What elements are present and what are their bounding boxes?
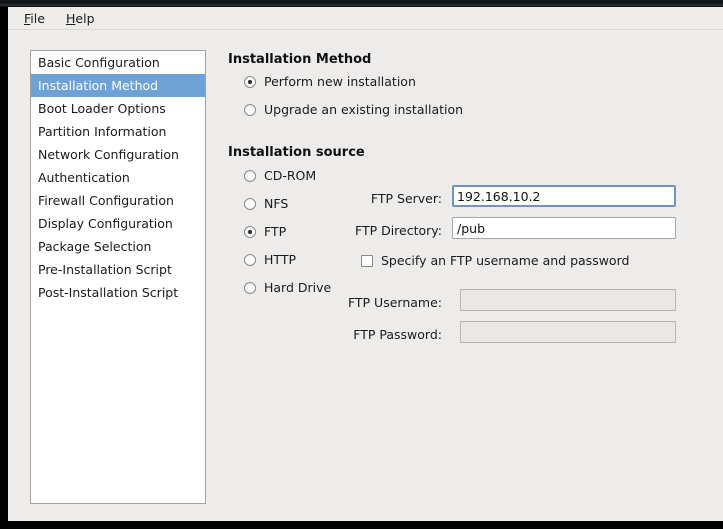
radio-indicator-icon bbox=[244, 75, 256, 88]
ftp-password-label: FTP Password: bbox=[353, 327, 442, 342]
menu-help-mnemonic: H bbox=[66, 11, 76, 26]
radio-indicator-icon bbox=[244, 103, 256, 116]
radio-source-ftp[interactable]: FTP bbox=[244, 224, 286, 239]
radio-source-http[interactable]: HTTP bbox=[244, 252, 296, 267]
application-window: File Help Basic Configuration Installati… bbox=[0, 0, 723, 529]
sidebar-item-post-installation-script[interactable]: Post-Installation Script bbox=[31, 281, 205, 304]
sidebar-item-pre-installation-script[interactable]: Pre-Installation Script bbox=[31, 258, 205, 281]
sidebar-item-package-selection[interactable]: Package Selection bbox=[31, 235, 205, 258]
radio-perform-new-installation-label: Perform new installation bbox=[264, 74, 416, 89]
menu-help-rest: elp bbox=[75, 11, 95, 26]
ftp-directory-label: FTP Directory: bbox=[354, 223, 442, 238]
window-titlebar bbox=[0, 0, 723, 7]
radio-upgrade-existing-installation-label: Upgrade an existing installation bbox=[264, 102, 464, 117]
sidebar-item-firewall-configuration[interactable]: Firewall Configuration bbox=[31, 189, 205, 212]
ftp-password-input bbox=[460, 321, 676, 343]
sidebar-item-network-configuration[interactable]: Network Configuration bbox=[31, 143, 205, 166]
radio-indicator-icon bbox=[244, 281, 256, 294]
radio-source-ftp-label: FTP bbox=[264, 224, 287, 239]
sidebar-item-installation-method[interactable]: Installation Method bbox=[31, 74, 205, 97]
sidebar-item-display-configuration[interactable]: Display Configuration bbox=[31, 212, 205, 235]
radio-indicator-icon bbox=[244, 225, 256, 238]
installation-source-heading: Installation source bbox=[228, 145, 365, 160]
radio-upgrade-existing-installation[interactable]: Upgrade an existing installation bbox=[244, 102, 463, 117]
specify-ftp-credentials-label: Specify an FTP username and password bbox=[381, 253, 630, 268]
checkbox-icon[interactable] bbox=[361, 254, 373, 267]
radio-indicator-icon bbox=[244, 197, 256, 210]
ftp-username-label: FTP Username: bbox=[347, 295, 442, 310]
ftp-username-input bbox=[460, 289, 676, 311]
ftp-directory-input[interactable] bbox=[452, 217, 676, 239]
radio-source-nfs[interactable]: NFS bbox=[244, 196, 288, 211]
radio-indicator-icon bbox=[244, 169, 256, 182]
installation-method-heading: Installation Method bbox=[228, 52, 372, 67]
radio-indicator-icon bbox=[244, 253, 256, 266]
ftp-server-label: FTP Server: bbox=[370, 191, 442, 206]
sidebar-list[interactable]: Basic Configuration Installation Method … bbox=[30, 50, 206, 504]
radio-perform-new-installation[interactable]: Perform new installation bbox=[244, 74, 416, 89]
window-body: File Help Basic Configuration Installati… bbox=[8, 7, 723, 521]
radio-source-hard-drive-label: Hard Drive bbox=[264, 280, 332, 295]
specify-ftp-credentials-checkbox-row[interactable]: Specify an FTP username and password bbox=[361, 253, 629, 268]
menu-file-rest: ile bbox=[30, 11, 45, 26]
menu-file[interactable]: File bbox=[18, 10, 51, 27]
sidebar-item-partition-information[interactable]: Partition Information bbox=[31, 120, 205, 143]
radio-source-nfs-label: NFS bbox=[264, 196, 289, 211]
radio-source-cdrom-label: CD-ROM bbox=[264, 168, 317, 183]
menubar: File Help bbox=[8, 7, 723, 30]
radio-source-hard-drive[interactable]: Hard Drive bbox=[244, 280, 331, 295]
sidebar-item-authentication[interactable]: Authentication bbox=[31, 166, 205, 189]
main-panel: Installation Method Perform new installa… bbox=[216, 37, 716, 507]
sidebar-item-boot-loader-options[interactable]: Boot Loader Options bbox=[31, 97, 205, 120]
ftp-server-input[interactable] bbox=[452, 185, 676, 207]
sidebar-item-basic-configuration[interactable]: Basic Configuration bbox=[31, 51, 205, 74]
radio-source-http-label: HTTP bbox=[264, 252, 296, 267]
radio-source-cdrom[interactable]: CD-ROM bbox=[244, 168, 316, 183]
menu-help[interactable]: Help bbox=[60, 10, 101, 27]
